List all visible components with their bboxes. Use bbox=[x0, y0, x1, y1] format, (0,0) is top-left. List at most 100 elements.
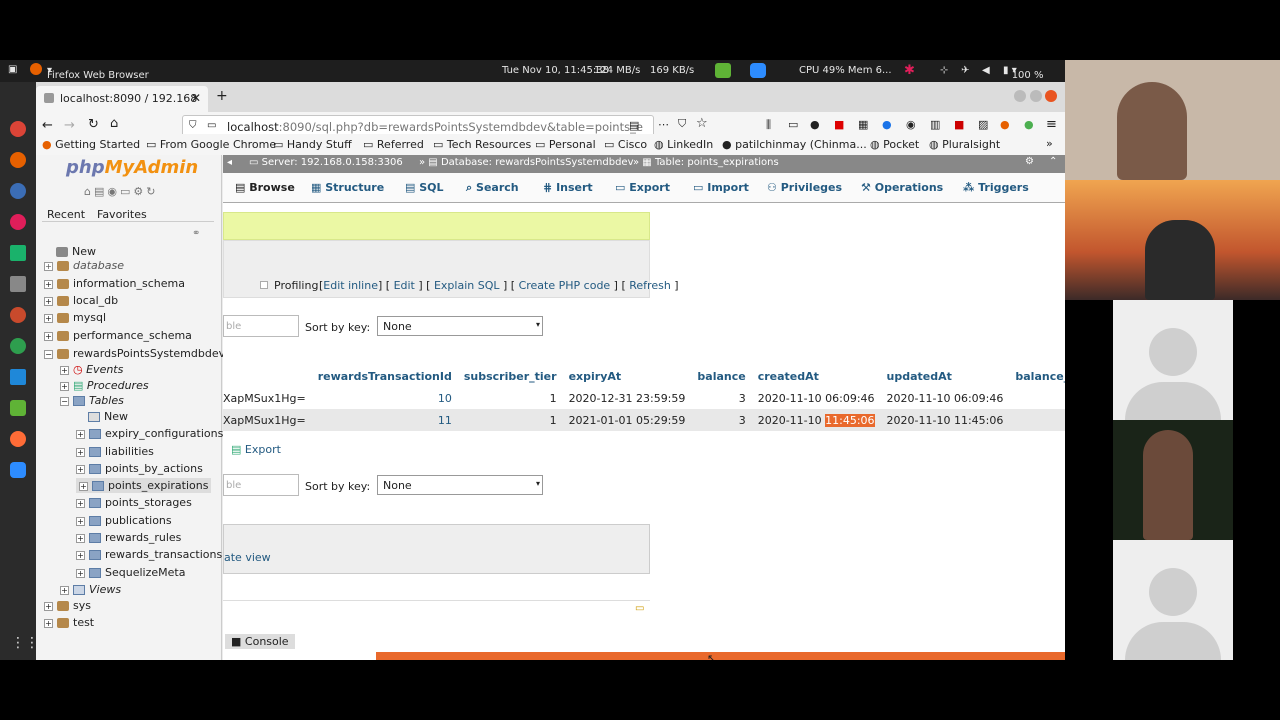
tree-procedures[interactable]: + ▤ Procedures bbox=[60, 379, 149, 392]
cell-expiryat[interactable]: 2021-01-01 05:29:59 bbox=[563, 409, 692, 431]
table-row[interactable]: XapMSux1Hg= 10 1 2020-12-31 23:59:59 3 2… bbox=[223, 387, 1065, 409]
reader-view-icon[interactable]: ▤ bbox=[629, 119, 639, 132]
expand-icon[interactable]: + bbox=[44, 331, 53, 341]
column-header[interactable]: balance bbox=[691, 366, 752, 387]
profiling-checkbox[interactable] bbox=[260, 281, 268, 289]
sidebar-icon[interactable]: ▭ bbox=[788, 118, 798, 131]
tree-table-item[interactable]: + expiry_configurations bbox=[76, 427, 223, 440]
expand-icon[interactable]: + bbox=[76, 550, 85, 560]
tree-db-test[interactable]: + test bbox=[44, 616, 94, 629]
cell-createdat[interactable]: 2020-11-10 06:09:46 bbox=[752, 387, 881, 409]
favorites-tab[interactable]: Favorites bbox=[97, 208, 147, 221]
extension-icon-7[interactable]: ■ bbox=[954, 118, 964, 131]
expand-icon[interactable]: + bbox=[76, 447, 85, 457]
terminal-icon[interactable]: ▣ bbox=[8, 64, 17, 75]
tree-new-db[interactable]: New bbox=[56, 245, 96, 258]
tab-structure[interactable]: ▦ Structure bbox=[311, 181, 384, 194]
cell-rewardstransactionid[interactable]: 11 bbox=[312, 409, 458, 431]
cell-rewardstransactionid[interactable]: 10 bbox=[312, 387, 458, 409]
sort-by-select[interactable]: None ▾ bbox=[377, 316, 543, 336]
expand-icon[interactable]: + bbox=[60, 585, 69, 595]
tab-browse[interactable]: ▤ Browse bbox=[235, 181, 295, 194]
extension-icon-1[interactable]: ● bbox=[810, 118, 820, 131]
participant-video-3[interactable] bbox=[1113, 420, 1233, 540]
cell-balance-deducted[interactable]: 0 bbox=[1009, 387, 1065, 409]
extension-icon-3[interactable]: ▦ bbox=[858, 118, 868, 131]
extension-icon-4[interactable]: ● bbox=[882, 118, 892, 131]
tab-privileges[interactable]: ⚇ Privileges bbox=[767, 181, 842, 194]
pocket-icon[interactable]: ⛉ bbox=[678, 117, 686, 131]
console-toggle[interactable]: ■ Console bbox=[225, 634, 295, 649]
airplane-icon[interactable]: ✈ bbox=[961, 65, 969, 76]
pma-quick-icons[interactable]: ⌂▤◉▭⚙↻ bbox=[84, 185, 158, 198]
bookmark-personal[interactable]: ▭ Personal bbox=[535, 138, 596, 151]
chromium-icon[interactable] bbox=[10, 183, 26, 199]
android-tray-icon[interactable] bbox=[715, 63, 731, 78]
tree-table-item[interactable]: + rewards_rules bbox=[76, 531, 181, 544]
expand-icon[interactable]: + bbox=[76, 568, 85, 578]
tree-table-new[interactable]: New bbox=[88, 410, 128, 423]
volume-icon[interactable]: ◀ bbox=[982, 65, 990, 76]
cell-createdat[interactable]: 2020-11-10 11:45:06 bbox=[752, 409, 881, 431]
cell-balance[interactable]: 3 bbox=[691, 387, 751, 409]
export-results-link[interactable]: ▤ Export bbox=[231, 443, 281, 456]
filter-rows-input-bottom[interactable]: ble bbox=[223, 474, 299, 496]
menu-icon[interactable]: ≡ bbox=[1046, 117, 1057, 132]
bookmark-star-icon[interactable]: ☆ bbox=[696, 116, 708, 131]
tree-table-item[interactable]: + SequelizeMeta bbox=[76, 566, 185, 579]
phpmyadmin-logo[interactable]: phpMyAdmin bbox=[66, 157, 198, 178]
expand-icon[interactable]: + bbox=[76, 464, 85, 474]
expand-icon[interactable]: + bbox=[76, 516, 85, 526]
maximize-icon[interactable] bbox=[1030, 90, 1042, 102]
tree-db-performance-schema[interactable]: + performance_schema bbox=[44, 329, 192, 342]
tree-db-local-db[interactable]: + local_db bbox=[44, 294, 118, 307]
bookmark-getting-started[interactable]: ● Getting Started bbox=[42, 138, 140, 151]
extension-icon-9[interactable]: ● bbox=[1000, 118, 1010, 131]
reload-icon[interactable]: ↻ bbox=[88, 117, 99, 132]
tab-import[interactable]: ▭ Import bbox=[693, 181, 749, 194]
tree-table-item[interactable]: + liabilities bbox=[76, 445, 154, 458]
recent-tab[interactable]: Recent bbox=[47, 208, 85, 221]
expand-icon[interactable]: + bbox=[76, 498, 85, 508]
cpu-mem-indicator[interactable]: CPU 49% Mem 6... bbox=[799, 65, 892, 76]
app-icon-2[interactable] bbox=[10, 338, 26, 354]
column-header[interactable]: updatedAt bbox=[880, 366, 1010, 387]
browser-tab[interactable]: localhost:8090 / 192.168 ✕ bbox=[36, 86, 208, 112]
collapse-icon[interactable]: − bbox=[60, 396, 69, 406]
tab-triggers[interactable]: ⁂ Triggers bbox=[963, 181, 1029, 194]
cell-subscriber-tier[interactable]: 1 bbox=[458, 387, 563, 409]
tree-table-item[interactable]: + publications bbox=[76, 514, 172, 527]
bookmark-pocket[interactable]: ◍ Pocket bbox=[870, 138, 919, 151]
edit-inline-link[interactable]: Edit inline bbox=[323, 279, 378, 292]
zoom-tray-icon[interactable] bbox=[750, 63, 766, 78]
expand-icon[interactable]: + bbox=[60, 365, 69, 375]
tree-events[interactable]: + ◷ Events bbox=[60, 363, 123, 376]
filter-rows-input[interactable]: ble bbox=[223, 315, 299, 337]
spreadsheet-icon[interactable] bbox=[10, 245, 26, 261]
active-app-menu[interactable]: Firefox Web Browser ▾ bbox=[47, 65, 149, 81]
cell-updatedat[interactable]: 2020-11-10 06:09:46 bbox=[881, 387, 1010, 409]
back-icon[interactable]: ← bbox=[42, 118, 53, 133]
home-icon[interactable]: ⌂ bbox=[110, 116, 118, 131]
extension-icon-10[interactable]: ● bbox=[1024, 118, 1034, 131]
breadcrumb-server[interactable]: ▭ Server: 192.168.0.158:3306 bbox=[249, 157, 403, 168]
link-navigation-icon[interactable]: ⚭ bbox=[192, 228, 200, 239]
explain-sql-link[interactable]: Explain SQL bbox=[434, 279, 500, 292]
tree-table-item[interactable]: + points_by_actions bbox=[76, 462, 203, 475]
tree-db-rewardspointssystemdbdev[interactable]: − rewardsPointsSystemdbdev bbox=[44, 347, 225, 360]
chrome-icon[interactable] bbox=[10, 121, 26, 137]
android-icon[interactable] bbox=[10, 400, 26, 416]
column-header[interactable]: expiryAt bbox=[562, 366, 692, 387]
column-header[interactable]: rewardsTransactionId bbox=[311, 366, 458, 387]
slack-tray-icon[interactable]: ✱ bbox=[904, 63, 915, 78]
close-window-icon[interactable] bbox=[1045, 90, 1057, 102]
expand-icon[interactable]: + bbox=[44, 313, 53, 323]
participant-video-2[interactable] bbox=[1065, 180, 1280, 300]
tab-export[interactable]: ▭ Export bbox=[615, 181, 670, 194]
bookmark-handy-stuff[interactable]: ▭ Handy Stuff bbox=[273, 138, 352, 151]
battery-indicator[interactable]: ▮ 100 % ▾ bbox=[1003, 65, 1043, 81]
tree-db-mysql[interactable]: + mysql bbox=[44, 311, 106, 324]
create-view-link[interactable]: ate view bbox=[224, 551, 271, 564]
clock[interactable]: Tue Nov 10, 11:45:38 bbox=[502, 65, 609, 76]
column-header[interactable]: subscriber_tier bbox=[457, 366, 563, 387]
